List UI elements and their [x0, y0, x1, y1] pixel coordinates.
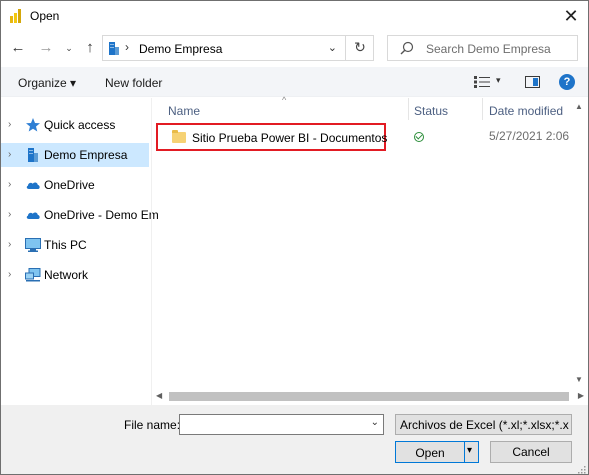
horizontal-scrollbar[interactable]: ◀ ▶: [152, 388, 588, 405]
file-name-dropdown-icon[interactable]: ⌄: [371, 417, 379, 428]
recent-locations-button[interactable]: ⌄: [63, 39, 75, 57]
organize-button[interactable]: Organize ▾: [18, 76, 76, 90]
scroll-left-icon[interactable]: ◀: [156, 391, 162, 400]
breadcrumb-separator: ›: [125, 40, 129, 54]
expand-chevron-icon[interactable]: ›: [8, 179, 11, 190]
vertical-scrollbar[interactable]: ▲ ▼: [571, 98, 588, 388]
sort-ascending-icon: ^: [282, 95, 287, 105]
file-row-sitio-prueba[interactable]: Sitio Prueba Power BI - Documentos: [156, 123, 388, 151]
folder-icon: [172, 130, 186, 143]
search-box[interactable]: Search Demo Empresa: [387, 35, 578, 61]
navigation-pane: › Quick access › Demo Empresa › OneDrive…: [1, 98, 159, 405]
navigation-bar: ← → ⌄ ↑ › Demo Empresa ⌄ ↻ Search Demo E…: [1, 31, 588, 67]
star-icon: [26, 118, 40, 132]
file-list: ^ Name Status Date modified Sitio Prueba…: [152, 95, 588, 388]
search-placeholder: Search Demo Empresa: [426, 42, 551, 56]
command-bar: Organize ▾ New folder ▾ ?: [1, 67, 588, 97]
expand-chevron-icon[interactable]: ›: [8, 209, 11, 220]
open-button[interactable]: Open ▾: [395, 441, 479, 463]
window-title: Open: [30, 9, 60, 23]
sidebar-item-label: OneDrive - Demo Em: [44, 208, 159, 222]
new-folder-button[interactable]: New folder: [105, 76, 162, 90]
address-dropdown-icon[interactable]: ⌄: [328, 41, 337, 54]
title-bar: Open ✕: [1, 1, 588, 31]
cancel-button[interactable]: Cancel: [490, 441, 572, 463]
building-icon: [28, 148, 38, 162]
file-type-select[interactable]: Archivos de Excel (*.xl;*.xlsx;*.x: [395, 414, 572, 435]
address-bar[interactable]: › Demo Empresa ⌄: [102, 35, 374, 61]
cloud-icon: [26, 182, 40, 189]
scroll-right-icon[interactable]: ▶: [578, 391, 584, 400]
sidebar-item-label: OneDrive: [44, 178, 95, 192]
scroll-down-icon[interactable]: ▼: [575, 375, 583, 384]
cloud-icon: [26, 212, 40, 219]
sidebar-item-network[interactable]: › Network: [1, 263, 151, 287]
close-button[interactable]: ✕: [554, 1, 588, 31]
sync-ok-icon: [414, 132, 424, 142]
sidebar-item-label: This PC: [44, 238, 87, 252]
sidebar-item-quick-access[interactable]: › Quick access: [1, 113, 151, 137]
power-bi-icon: [10, 9, 21, 23]
computer-icon: [25, 238, 41, 252]
column-separator[interactable]: [408, 98, 409, 120]
expand-chevron-icon[interactable]: ›: [8, 269, 11, 280]
network-icon: [25, 268, 41, 282]
expand-chevron-icon[interactable]: ›: [8, 239, 11, 250]
back-button[interactable]: ←: [9, 39, 27, 57]
resize-grip-icon[interactable]: [576, 464, 586, 474]
view-options-icon[interactable]: [474, 76, 490, 88]
file-name-label: File name:: [124, 418, 181, 432]
sidebar-item-label: Quick access: [44, 118, 116, 132]
expand-chevron-icon[interactable]: ›: [8, 119, 11, 130]
column-header-status[interactable]: Status: [414, 104, 448, 126]
bottom-panel: File name: ⌄ Archivos de Excel (*.xl;*.x…: [1, 405, 588, 474]
sidebar-item-onedrive[interactable]: › OneDrive: [1, 173, 151, 197]
column-header-date-modified[interactable]: Date modified: [489, 104, 563, 126]
file-name: Sitio Prueba Power BI - Documentos: [192, 131, 388, 145]
file-name-input[interactable]: ⌄: [179, 414, 384, 435]
expand-chevron-icon[interactable]: ›: [8, 149, 11, 160]
open-button-label: Open: [415, 446, 445, 460]
building-icon: [109, 42, 119, 55]
refresh-button[interactable]: ↻: [345, 35, 374, 61]
search-icon: [400, 41, 414, 55]
sidebar-item-demo-empresa[interactable]: › Demo Empresa: [1, 143, 149, 167]
sidebar-item-label: Network: [44, 268, 89, 282]
sidebar-item-onedrive-demo[interactable]: › OneDrive - Demo Em: [1, 203, 159, 227]
breadcrumb-demo-empresa[interactable]: Demo Empresa: [139, 42, 222, 56]
view-dropdown-icon[interactable]: ▾: [496, 75, 501, 86]
sidebar-item-label: Demo Empresa: [44, 148, 128, 162]
scroll-up-icon[interactable]: ▲: [575, 102, 583, 111]
column-separator[interactable]: [482, 98, 483, 120]
preview-pane-icon[interactable]: [525, 76, 540, 88]
sidebar-item-this-pc[interactable]: › This PC: [1, 233, 151, 257]
open-split-divider: [464, 442, 465, 462]
forward-button[interactable]: →: [37, 39, 55, 57]
open-dropdown-icon[interactable]: ▾: [467, 445, 472, 456]
help-icon[interactable]: ?: [559, 74, 575, 90]
scrollbar-thumb[interactable]: [169, 392, 569, 401]
up-button[interactable]: ↑: [81, 39, 99, 57]
open-dialog: Open ✕ ← → ⌄ ↑ › Demo Empresa ⌄ ↻ Search…: [0, 0, 589, 475]
